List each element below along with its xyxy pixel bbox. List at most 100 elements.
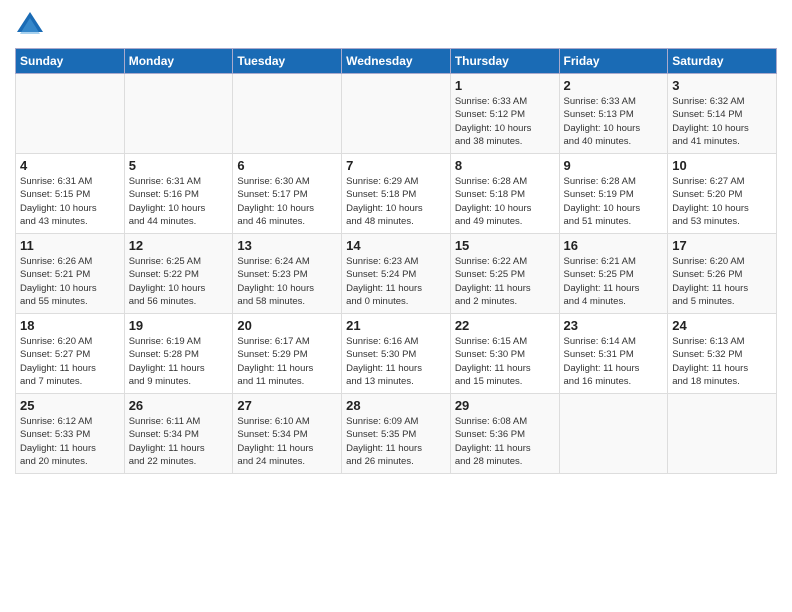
day-info: Sunrise: 6:25 AM Sunset: 5:22 PM Dayligh… xyxy=(129,255,229,308)
calendar-cell: 16Sunrise: 6:21 AM Sunset: 5:25 PM Dayli… xyxy=(559,234,668,314)
day-number: 1 xyxy=(455,78,555,93)
day-number: 24 xyxy=(672,318,772,333)
calendar-cell xyxy=(342,74,451,154)
calendar-cell: 25 Sunrise: 6:12 AM Sunset: 5:33 PM Dayli… xyxy=(16,394,125,474)
calendar-cell: 9 Sunrise: 6:28 AM Sunset: 5:19 PM Daylig… xyxy=(559,154,668,234)
calendar-cell: 18 Sunrise: 6:20 AM Sunset: 5:27 PM Dayli… xyxy=(16,314,125,394)
logo-icon xyxy=(15,10,45,40)
weekday-row: SundayMondayTuesdayWednesdayThursdayFrid… xyxy=(16,49,777,74)
calendar-header: SundayMondayTuesdayWednesdayThursdayFrid… xyxy=(16,49,777,74)
day-info: Sunrise: 6:28 AM Sunset: 5:18 PM Dayligh… xyxy=(455,175,555,228)
calendar-table: SundayMondayTuesdayWednesdayThursdayFrid… xyxy=(15,48,777,474)
calendar-cell: 21 Sunrise: 6:16 AM Sunset: 5:30 PM Dayli… xyxy=(342,314,451,394)
day-number: 29 xyxy=(455,398,555,413)
calendar-cell: 10 Sunrise: 6:27 AM Sunset: 5:20 PM Dayli… xyxy=(668,154,777,234)
day-number: 28 xyxy=(346,398,446,413)
weekday-header-thursday: Thursday xyxy=(450,49,559,74)
calendar-week-1: 4 Sunrise: 6:31 AM Sunset: 5:15 PM Daylig… xyxy=(16,154,777,234)
weekday-header-sunday: Sunday xyxy=(16,49,125,74)
day-number: 14 xyxy=(346,238,446,253)
calendar-cell xyxy=(124,74,233,154)
day-info: Sunrise: 6:16 AM Sunset: 5:30 PM Dayligh… xyxy=(346,335,446,388)
calendar-cell: 8Sunrise: 6:28 AM Sunset: 5:18 PM Daylig… xyxy=(450,154,559,234)
calendar-cell: 1 Sunrise: 6:33 AM Sunset: 5:12 PM Daylig… xyxy=(450,74,559,154)
day-number: 7 xyxy=(346,158,446,173)
calendar-cell xyxy=(233,74,342,154)
day-info: Sunrise: 6:20 AM Sunset: 5:27 PM Dayligh… xyxy=(20,335,120,388)
day-info: Sunrise: 6:08 AM Sunset: 5:36 PM Dayligh… xyxy=(455,415,555,468)
day-info: Sunrise: 6:33 AM Sunset: 5:12 PM Dayligh… xyxy=(455,95,555,148)
calendar-cell: 13 Sunrise: 6:24 AM Sunset: 5:23 PM Dayli… xyxy=(233,234,342,314)
calendar-cell: 2 Sunrise: 6:33 AM Sunset: 5:13 PM Daylig… xyxy=(559,74,668,154)
day-info: Sunrise: 6:33 AM Sunset: 5:13 PM Dayligh… xyxy=(564,95,664,148)
calendar-cell: 17Sunrise: 6:20 AM Sunset: 5:26 PM Dayli… xyxy=(668,234,777,314)
day-info: Sunrise: 6:09 AM Sunset: 5:35 PM Dayligh… xyxy=(346,415,446,468)
day-number: 2 xyxy=(564,78,664,93)
day-info: Sunrise: 6:29 AM Sunset: 5:18 PM Dayligh… xyxy=(346,175,446,228)
calendar-week-2: 11Sunrise: 6:26 AM Sunset: 5:21 PM Dayli… xyxy=(16,234,777,314)
day-number: 11 xyxy=(20,238,120,253)
day-number: 12 xyxy=(129,238,229,253)
calendar-cell xyxy=(668,394,777,474)
day-info: Sunrise: 6:27 AM Sunset: 5:20 PM Dayligh… xyxy=(672,175,772,228)
day-info: Sunrise: 6:23 AM Sunset: 5:24 PM Dayligh… xyxy=(346,255,446,308)
day-info: Sunrise: 6:15 AM Sunset: 5:30 PM Dayligh… xyxy=(455,335,555,388)
logo xyxy=(15,10,49,40)
day-number: 22 xyxy=(455,318,555,333)
header xyxy=(15,10,777,40)
calendar-body: 1 Sunrise: 6:33 AM Sunset: 5:12 PM Daylig… xyxy=(16,74,777,474)
calendar-cell: 28 Sunrise: 6:09 AM Sunset: 5:35 PM Dayli… xyxy=(342,394,451,474)
calendar-cell: 14 Sunrise: 6:23 AM Sunset: 5:24 PM Dayli… xyxy=(342,234,451,314)
calendar-cell: 15 Sunrise: 6:22 AM Sunset: 5:25 PM Dayli… xyxy=(450,234,559,314)
calendar-cell: 23 Sunrise: 6:14 AM Sunset: 5:31 PM Dayli… xyxy=(559,314,668,394)
day-info: Sunrise: 6:31 AM Sunset: 5:16 PM Dayligh… xyxy=(129,175,229,228)
day-info: Sunrise: 6:12 AM Sunset: 5:33 PM Dayligh… xyxy=(20,415,120,468)
day-info: Sunrise: 6:14 AM Sunset: 5:31 PM Dayligh… xyxy=(564,335,664,388)
page: SundayMondayTuesdayWednesdayThursdayFrid… xyxy=(0,0,792,484)
day-number: 20 xyxy=(237,318,337,333)
calendar-cell: 26Sunrise: 6:11 AM Sunset: 5:34 PM Dayli… xyxy=(124,394,233,474)
day-number: 9 xyxy=(564,158,664,173)
calendar-cell: 6 Sunrise: 6:30 AM Sunset: 5:17 PM Daylig… xyxy=(233,154,342,234)
day-number: 23 xyxy=(564,318,664,333)
day-info: Sunrise: 6:19 AM Sunset: 5:28 PM Dayligh… xyxy=(129,335,229,388)
calendar-cell: 4 Sunrise: 6:31 AM Sunset: 5:15 PM Daylig… xyxy=(16,154,125,234)
calendar-cell: 11Sunrise: 6:26 AM Sunset: 5:21 PM Dayli… xyxy=(16,234,125,314)
calendar-week-0: 1 Sunrise: 6:33 AM Sunset: 5:12 PM Daylig… xyxy=(16,74,777,154)
day-number: 21 xyxy=(346,318,446,333)
day-info: Sunrise: 6:11 AM Sunset: 5:34 PM Dayligh… xyxy=(129,415,229,468)
day-info: Sunrise: 6:24 AM Sunset: 5:23 PM Dayligh… xyxy=(237,255,337,308)
day-number: 19 xyxy=(129,318,229,333)
calendar-cell: 3 Sunrise: 6:32 AM Sunset: 5:14 PM Daylig… xyxy=(668,74,777,154)
day-number: 5 xyxy=(129,158,229,173)
day-number: 15 xyxy=(455,238,555,253)
calendar-cell: 29 Sunrise: 6:08 AM Sunset: 5:36 PM Dayli… xyxy=(450,394,559,474)
day-info: Sunrise: 6:20 AM Sunset: 5:26 PM Dayligh… xyxy=(672,255,772,308)
weekday-header-monday: Monday xyxy=(124,49,233,74)
day-info: Sunrise: 6:31 AM Sunset: 5:15 PM Dayligh… xyxy=(20,175,120,228)
day-number: 4 xyxy=(20,158,120,173)
calendar-week-3: 18 Sunrise: 6:20 AM Sunset: 5:27 PM Dayli… xyxy=(16,314,777,394)
calendar-week-4: 25 Sunrise: 6:12 AM Sunset: 5:33 PM Dayli… xyxy=(16,394,777,474)
weekday-header-tuesday: Tuesday xyxy=(233,49,342,74)
calendar-cell: 12 Sunrise: 6:25 AM Sunset: 5:22 PM Dayli… xyxy=(124,234,233,314)
day-info: Sunrise: 6:32 AM Sunset: 5:14 PM Dayligh… xyxy=(672,95,772,148)
day-info: Sunrise: 6:17 AM Sunset: 5:29 PM Dayligh… xyxy=(237,335,337,388)
day-number: 3 xyxy=(672,78,772,93)
day-info: Sunrise: 6:13 AM Sunset: 5:32 PM Dayligh… xyxy=(672,335,772,388)
day-number: 6 xyxy=(237,158,337,173)
day-number: 10 xyxy=(672,158,772,173)
weekday-header-friday: Friday xyxy=(559,49,668,74)
calendar-cell: 20 Sunrise: 6:17 AM Sunset: 5:29 PM Dayli… xyxy=(233,314,342,394)
calendar-cell: 19 Sunrise: 6:19 AM Sunset: 5:28 PM Dayli… xyxy=(124,314,233,394)
weekday-header-saturday: Saturday xyxy=(668,49,777,74)
day-number: 13 xyxy=(237,238,337,253)
day-info: Sunrise: 6:22 AM Sunset: 5:25 PM Dayligh… xyxy=(455,255,555,308)
day-info: Sunrise: 6:28 AM Sunset: 5:19 PM Dayligh… xyxy=(564,175,664,228)
day-number: 25 xyxy=(20,398,120,413)
day-number: 18 xyxy=(20,318,120,333)
day-info: Sunrise: 6:10 AM Sunset: 5:34 PM Dayligh… xyxy=(237,415,337,468)
day-number: 27 xyxy=(237,398,337,413)
day-info: Sunrise: 6:30 AM Sunset: 5:17 PM Dayligh… xyxy=(237,175,337,228)
day-info: Sunrise: 6:21 AM Sunset: 5:25 PM Dayligh… xyxy=(564,255,664,308)
